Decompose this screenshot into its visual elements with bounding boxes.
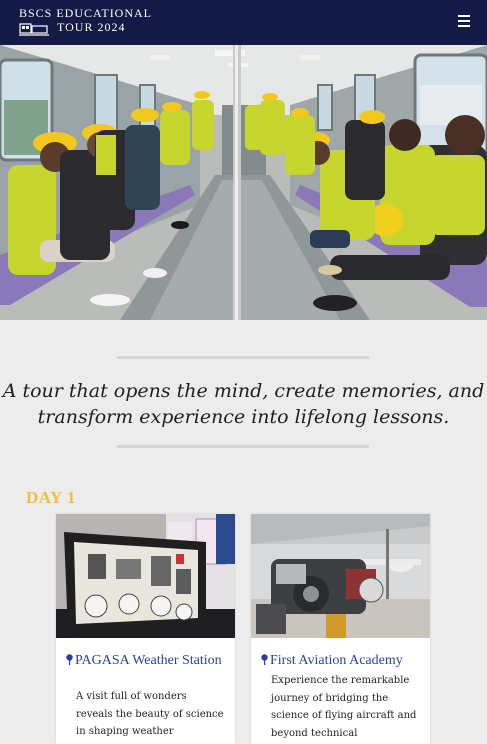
first-aviation-title-link[interactable]: First Aviation Academy [261,653,426,669]
hamburger-menu-icon[interactable] [458,15,471,28]
divider-top [117,356,369,359]
divider-bottom [117,445,369,448]
day-heading: DAY 1 [26,488,76,507]
tagline-line2: transform experience into lifelong lesso… [37,406,450,428]
pagasa-photo [56,514,235,638]
pagasa-description: A visit full of wonders reveals the beau… [76,691,224,737]
first-aviation-description: Experience the remarkable journey of bri… [271,675,417,739]
hero-image [0,45,487,320]
location-pin-icon [66,654,73,665]
aviation-photo [251,514,430,638]
tagline: A tour that opens the mind, create memor… [0,378,487,430]
first-aviation-title: First Aviation Academy [270,653,403,668]
train-icon [19,23,49,36]
site-header: BSCS EDUCATIONAL TOUR 2024 [0,0,487,45]
pagasa-title: PAGASA Weather Station [75,653,222,668]
location-pin-icon [261,654,268,665]
destination-card-pagasa[interactable]: PAGASA Weather Station A visit full of w… [56,514,235,744]
brand-title-line1: BSCS EDUCATIONAL [19,6,153,20]
destination-card-first-aviation[interactable]: First Aviation Academy Experience the re… [251,514,430,744]
pagasa-title-link[interactable]: PAGASA Weather Station [66,653,231,669]
hero-train-scene [0,45,487,320]
tagline-line1: A tour that opens the mind, create memor… [2,380,485,402]
